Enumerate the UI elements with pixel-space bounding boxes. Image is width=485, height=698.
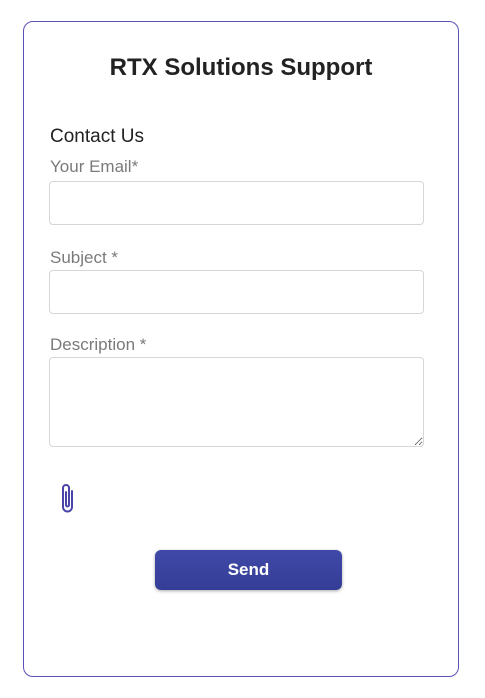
- support-form-card: RTX Solutions Support Contact Us Your Em…: [23, 21, 459, 677]
- form-title: RTX Solutions Support: [109, 54, 373, 81]
- email-label: Your Email*: [50, 157, 139, 176]
- email-field[interactable]: [49, 181, 424, 225]
- description-field[interactable]: [49, 357, 424, 447]
- subject-field[interactable]: [49, 270, 424, 314]
- contact-us-heading: Contact Us: [50, 126, 144, 147]
- paperclip-icon-svg: [62, 484, 73, 513]
- description-label: Description *: [50, 335, 147, 354]
- send-button[interactable]: Send: [155, 550, 342, 590]
- paperclip-icon[interactable]: [56, 482, 80, 516]
- subject-label: Subject *: [50, 248, 119, 267]
